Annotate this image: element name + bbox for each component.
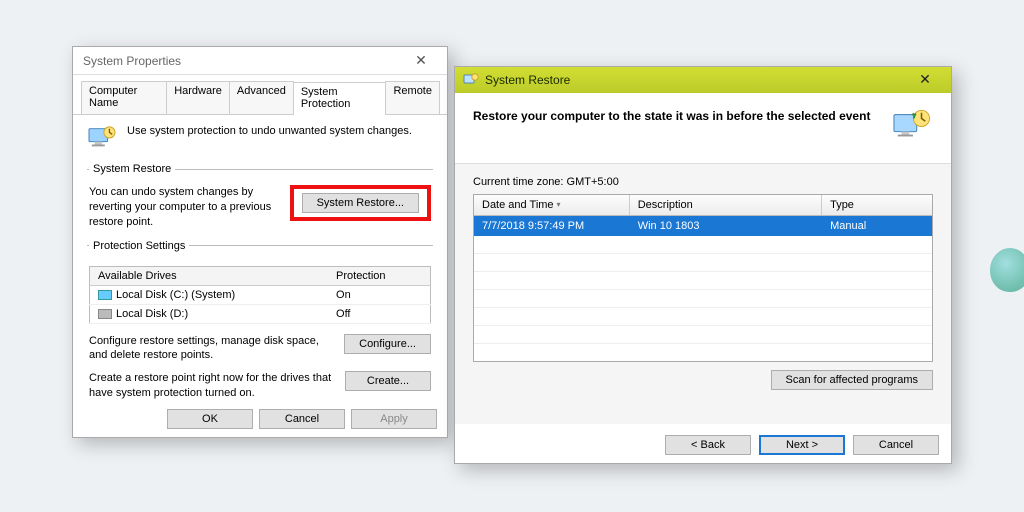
restore-desc: You can undo system changes by reverting… [89,185,282,230]
col-date-time[interactable]: Date and Time [474,195,630,215]
sysprop-titlebar: System Properties ✕ [73,47,447,75]
system-restore-large-icon [891,107,933,145]
col-type[interactable]: Type [822,195,932,215]
system-restore-icon [463,72,485,88]
restore-points-header: Date and Time Description Type [474,195,932,216]
drive-row[interactable]: Local Disk (C:) (System) On [90,285,431,304]
restore-points-empty-grid [474,236,932,362]
drives-table: Available Drives Protection Local Disk (… [89,266,431,324]
sysprop-title: System Properties [83,54,401,68]
next-button[interactable]: Next > [759,435,845,455]
configure-button[interactable]: Configure... [344,334,431,354]
create-button[interactable]: Create... [345,371,431,391]
drive-protection: On [328,285,430,304]
create-desc: Create a restore point right now for the… [89,371,337,401]
restore-footer: < Back Next > Cancel [665,435,939,455]
system-protection-icon [87,125,117,151]
sysprop-intro-row: Use system protection to undo unwanted s… [87,125,433,151]
system-restore-dialog: System Restore ✕ Restore your computer t… [454,66,952,464]
sysprop-footer: OK Cancel Apply [167,409,437,429]
cancel-button[interactable]: Cancel [853,435,939,455]
group-system-restore: System Restore You can undo system chang… [87,163,433,230]
restore-titlebar: System Restore ✕ [455,67,951,93]
cancel-button[interactable]: Cancel [259,409,345,429]
apply-button: Apply [351,409,437,429]
close-icon[interactable]: ✕ [401,51,441,71]
restore-content: Current time zone: GMT+5:00 Date and Tim… [455,164,951,424]
drive-protection: Off [328,304,430,323]
tab-hardware[interactable]: Hardware [166,81,230,114]
restore-point-type: Manual [822,216,932,236]
group-protection-settings: Protection Settings Available Drives Pro… [87,240,433,401]
drive-name: Local Disk (C:) (System) [116,289,235,301]
col-protection[interactable]: Protection [328,266,430,285]
timezone-label: Current time zone: GMT+5:00 [473,176,933,188]
sysprop-tabs: Computer Name Hardware Advanced System P… [73,75,447,115]
sysprop-body: Use system protection to undo unwanted s… [73,115,447,419]
background-decoration [990,248,1024,292]
restore-point-description: Win 10 1803 [630,216,822,236]
restore-points-table: Date and Time Description Type 7/7/2018 … [473,194,933,362]
sysprop-intro-text: Use system protection to undo unwanted s… [127,125,412,137]
ok-button[interactable]: OK [167,409,253,429]
highlight-box: System Restore... [290,185,431,221]
scan-affected-button[interactable]: Scan for affected programs [771,370,933,390]
group-protection-legend: Protection Settings [89,240,189,252]
drive-name: Local Disk (D:) [116,308,188,320]
tab-system-protection[interactable]: System Protection [293,82,387,115]
restore-point-row[interactable]: 7/7/2018 9:57:49 PM Win 10 1803 Manual [474,216,932,236]
tab-remote[interactable]: Remote [385,81,440,114]
drives-header-row: Available Drives Protection [90,266,431,285]
tab-advanced[interactable]: Advanced [229,81,294,114]
configure-desc: Configure restore settings, manage disk … [89,334,336,364]
col-description[interactable]: Description [630,195,822,215]
drive-icon [98,309,112,319]
restore-header: Restore your computer to the state it wa… [455,93,951,164]
col-available-drives[interactable]: Available Drives [90,266,329,285]
group-system-restore-legend: System Restore [89,163,175,175]
restore-header-text: Restore your computer to the state it wa… [473,107,891,123]
tab-computer-name[interactable]: Computer Name [81,81,167,114]
restore-title: System Restore [485,73,903,87]
drive-row[interactable]: Local Disk (D:) Off [90,304,431,323]
back-button[interactable]: < Back [665,435,751,455]
system-restore-button[interactable]: System Restore... [302,193,419,213]
drive-icon [98,290,112,300]
restore-point-datetime: 7/7/2018 9:57:49 PM [474,216,630,236]
close-icon[interactable]: ✕ [903,70,947,90]
system-properties-dialog: System Properties ✕ Computer Name Hardwa… [72,46,448,438]
